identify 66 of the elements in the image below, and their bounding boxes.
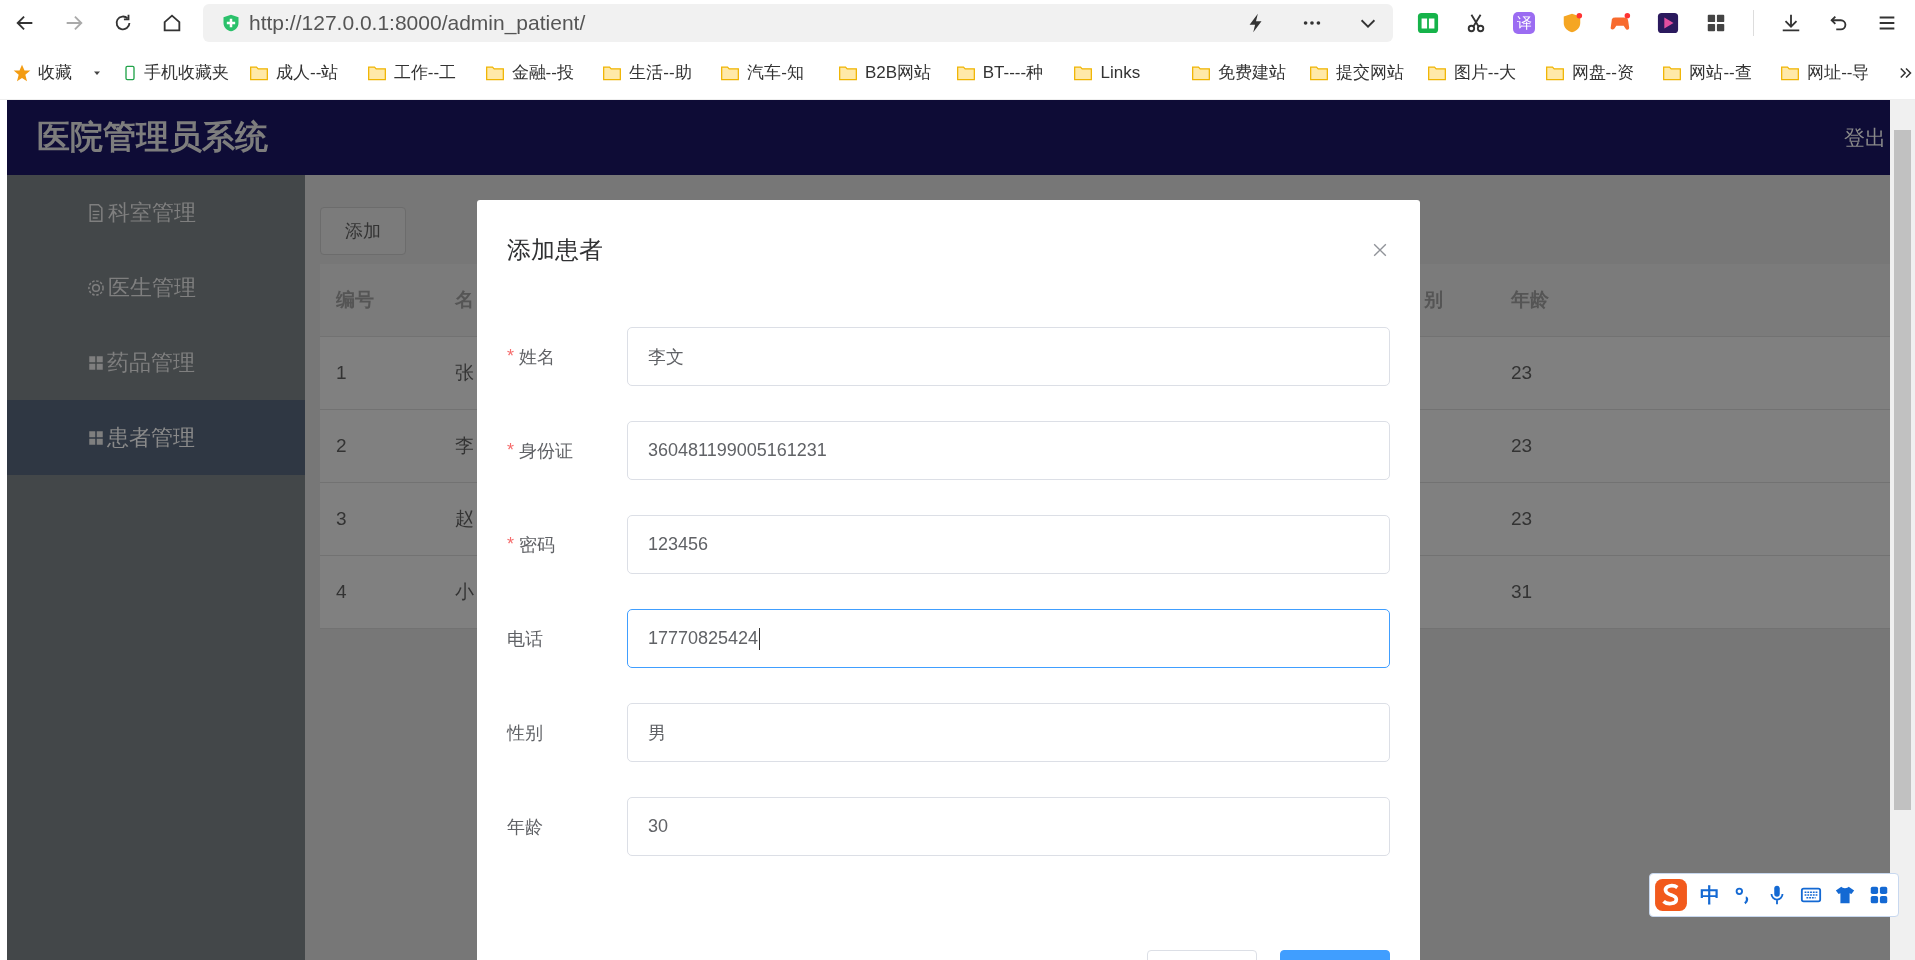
- input-field[interactable]: 李文: [627, 327, 1390, 386]
- bookmark-item[interactable]: 工作--工: [365, 61, 465, 84]
- document-icon: [86, 201, 106, 224]
- play-icon[interactable]: [1657, 12, 1679, 34]
- table-cell: 4: [336, 581, 347, 603]
- app-title: 医院管理员系统: [37, 117, 268, 157]
- input-field[interactable]: 17770825424: [627, 609, 1390, 668]
- bookmark-item[interactable]: 图片--大: [1425, 61, 1525, 84]
- field-label: 性别: [507, 721, 543, 745]
- book-icon[interactable]: [1417, 12, 1439, 34]
- apps-icon[interactable]: [1868, 884, 1890, 906]
- bookmark-item[interactable]: 收藏: [12, 61, 72, 84]
- shield-icon: [221, 13, 241, 33]
- url-text: http://127.0.0.1:8000/admin_patient/: [249, 11, 587, 35]
- address-bar[interactable]: http://127.0.0.1:8000/admin_patient/: [203, 4, 1393, 42]
- bookmark-item[interactable]: BT----种: [954, 61, 1054, 84]
- scissors-icon[interactable]: [1465, 12, 1487, 34]
- translate-button[interactable]: 译: [1513, 12, 1535, 34]
- grid-icon: [87, 428, 105, 447]
- sidebar-item[interactable]: 患者管理: [7, 400, 305, 475]
- field-label: 年龄: [507, 815, 543, 839]
- dialog-title: 添加患者: [507, 235, 603, 265]
- required-asterisk: *: [507, 534, 514, 555]
- shield-icon[interactable]: [1561, 12, 1583, 34]
- bookmark-item[interactable]: 成人--站: [248, 61, 347, 84]
- scrollbar-thumb[interactable]: [1894, 130, 1911, 810]
- table-cell-text: 张: [455, 361, 474, 385]
- table-cell: 23: [1511, 508, 1533, 530]
- grid-icon: [87, 353, 105, 372]
- required-asterisk: *: [507, 346, 514, 367]
- bookmark-item[interactable]: 网盘--资: [1543, 61, 1643, 84]
- input-field[interactable]: 30: [627, 797, 1390, 856]
- field-label: 姓名: [519, 345, 555, 369]
- bookmark-item[interactable]: 免费建站: [1190, 61, 1290, 84]
- field-label: 密码: [519, 533, 555, 557]
- apps-icon[interactable]: [1705, 12, 1727, 34]
- input-field[interactable]: 男: [627, 703, 1390, 762]
- bookmark-item[interactable]: 网址--导: [1779, 61, 1878, 84]
- logo-icon[interactable]: [1654, 878, 1688, 912]
- field-label: 身份证: [519, 439, 573, 463]
- table-cell: 2: [336, 435, 347, 457]
- table-cell: 31: [1511, 581, 1533, 603]
- table-cell-text: 小: [455, 580, 474, 604]
- bookmark-item[interactable]: 汽车-知: [719, 61, 818, 84]
- bookmark-item[interactable]: B2B网站: [836, 61, 936, 84]
- input-field[interactable]: 123456: [627, 515, 1390, 574]
- input-mode-toggle[interactable]: 中: [1700, 881, 1720, 909]
- table-cell: 23: [1511, 435, 1533, 457]
- input-field[interactable]: 360481199005161231: [627, 421, 1390, 480]
- home-icon[interactable]: [161, 12, 183, 34]
- table-cell: 23: [1511, 362, 1533, 384]
- bookmark-item[interactable]: 生活--助: [601, 61, 701, 84]
- shirt-icon[interactable]: [1834, 884, 1856, 906]
- download-icon[interactable]: [1780, 12, 1802, 34]
- table-cell-text: 赵: [455, 507, 474, 531]
- bookmark-item[interactable]: 网站--查: [1661, 61, 1761, 84]
- bookmark-item[interactable]: Links: [1072, 62, 1172, 83]
- table-cell-text: 李: [455, 434, 474, 458]
- bookmark-item[interactable]: 金融--投: [483, 61, 583, 84]
- field-label: 电话: [507, 627, 543, 651]
- bookmark-item[interactable]: 手机收藏夹: [122, 61, 229, 84]
- bookmark-item[interactable]: 提交网站: [1308, 61, 1407, 84]
- logout-link[interactable]: 登出: [1844, 123, 1886, 152]
- required-asterisk: *: [507, 440, 514, 461]
- table-cell: 1: [336, 362, 347, 384]
- table-cell: 3: [336, 508, 347, 530]
